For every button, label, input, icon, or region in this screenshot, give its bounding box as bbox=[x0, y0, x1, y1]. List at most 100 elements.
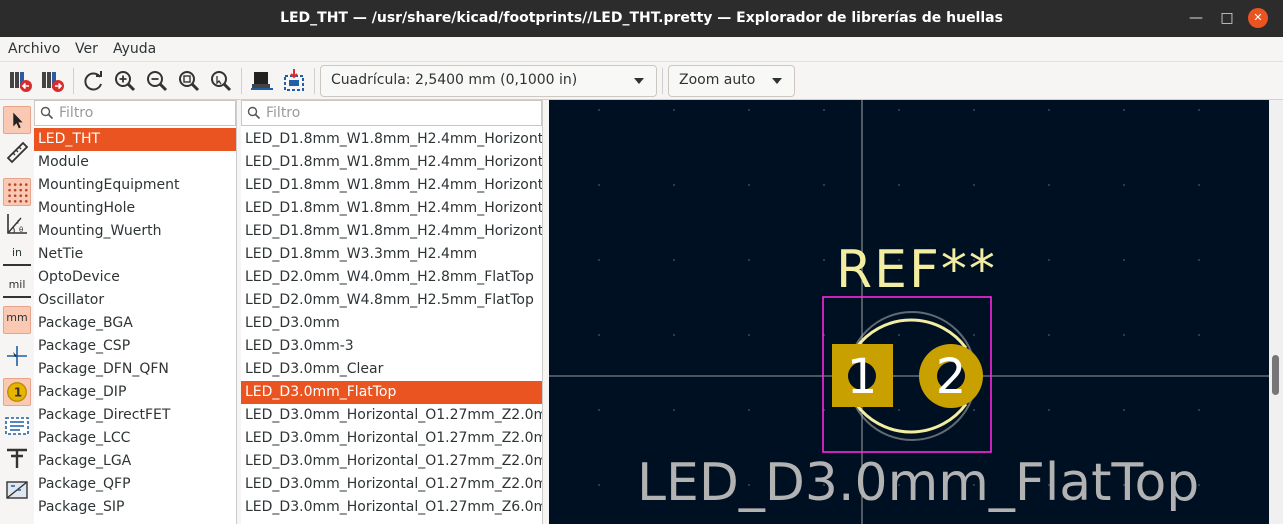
previous-library-icon[interactable] bbox=[6, 67, 34, 95]
select-arrow-icon[interactable] bbox=[3, 106, 31, 134]
footprint-canvas[interactable]: 1 2 REF** LED_D3.0mm_FlatTop bbox=[549, 100, 1269, 524]
library-item[interactable]: Package_LGA bbox=[34, 450, 236, 473]
zoom-out-icon[interactable] bbox=[143, 67, 171, 95]
3d-view-icon[interactable] bbox=[3, 476, 31, 504]
footprint-item[interactable]: LED_D3.0mm_Horizontal_O1.27mm_Z2.0mm bbox=[241, 427, 542, 450]
library-item[interactable]: LED_THT bbox=[34, 128, 236, 151]
refresh-icon[interactable] bbox=[79, 67, 107, 95]
canvas-scrollbar[interactable] bbox=[1269, 100, 1283, 524]
pad-sketch-icon[interactable]: 1 bbox=[3, 378, 31, 406]
next-library-icon[interactable] bbox=[38, 67, 66, 95]
footprint-item[interactable]: LED_D3.0mm_Clear bbox=[241, 358, 542, 381]
footprint-item[interactable]: LED_D2.0mm_W4.8mm_H2.5mm_FlatTop bbox=[241, 289, 542, 312]
library-item[interactable]: OptoDevice bbox=[34, 266, 236, 289]
grid-select[interactable]: Cuadrícula: 2,5400 mm (0,1000 in) bbox=[320, 65, 657, 97]
grid-select-label: Cuadrícula: 2,5400 mm (0,1000 in) bbox=[331, 72, 578, 88]
menu-ayuda[interactable]: Ayuda bbox=[113, 41, 156, 57]
grid-dot bbox=[1198, 184, 1200, 186]
close-icon[interactable]: ✕ bbox=[1248, 8, 1268, 28]
grid-dot bbox=[598, 334, 600, 336]
grid-dot bbox=[748, 259, 750, 261]
units-mm-button[interactable]: mm bbox=[3, 306, 31, 334]
zoom-in-icon[interactable] bbox=[111, 67, 139, 95]
library-filter-input[interactable]: Filtro bbox=[34, 100, 236, 126]
cursor-crosshair-icon[interactable] bbox=[3, 342, 31, 370]
footprint-item[interactable]: LED_D3.0mm_Horizontal_O1.27mm_Z2.0mm bbox=[241, 473, 542, 496]
footprint-item[interactable]: LED_D3.0mm_Horizontal_O1.27mm_Z6.0mm bbox=[241, 496, 542, 519]
grid-dot bbox=[898, 109, 900, 111]
grid-dots-icon[interactable] bbox=[3, 178, 31, 206]
footprint-item[interactable]: LED_D1.8mm_W1.8mm_H2.4mm_Horizontal bbox=[241, 174, 542, 197]
grid-dot bbox=[898, 184, 900, 186]
footprint-item[interactable]: LED_D1.8mm_W1.8mm_H2.4mm_Horizontal bbox=[241, 220, 542, 243]
grid-dot bbox=[1123, 109, 1125, 111]
reference-text[interactable]: REF** bbox=[836, 240, 997, 300]
grid-dot bbox=[823, 184, 825, 186]
library-item[interactable]: Package_CSP bbox=[34, 335, 236, 358]
library-item[interactable]: MountingEquipment bbox=[34, 174, 236, 197]
menu-bar: Archivo Ver Ayuda bbox=[0, 37, 1283, 62]
footprint-item[interactable]: LED_D3.0mm_Horizontal_O1.27mm_Z2.0mm bbox=[241, 404, 542, 427]
grid-dot bbox=[748, 409, 750, 411]
grid-dot bbox=[1123, 409, 1125, 411]
library-item[interactable]: MountingHole bbox=[34, 197, 236, 220]
grid-dot bbox=[1198, 109, 1200, 111]
grid-dot bbox=[673, 409, 675, 411]
grid-dot bbox=[898, 409, 900, 411]
library-item[interactable]: Module bbox=[34, 151, 236, 174]
menu-archivo[interactable]: Archivo bbox=[8, 41, 60, 57]
library-item[interactable]: Package_DIP bbox=[34, 381, 236, 404]
footprint-item[interactable]: LED_D3.0mm-3 bbox=[241, 335, 542, 358]
window-title: LED_THT — /usr/share/kicad/footprints//L… bbox=[280, 10, 1003, 26]
graphic-outline-icon[interactable] bbox=[3, 444, 31, 472]
library-item[interactable]: Oscillator bbox=[34, 289, 236, 312]
footprint-item[interactable]: LED_D1.8mm_W3.3mm_H2.4mm bbox=[241, 243, 542, 266]
library-panel: Filtro LED_THT Module MountingEquipment Mou… bbox=[34, 100, 237, 524]
footprint-item[interactable]: LED_D1.8mm_W1.8mm_H2.4mm_Horizontal bbox=[241, 128, 542, 151]
polar-coordinates-icon[interactable]: rθ bbox=[3, 210, 31, 238]
grid-dot bbox=[1123, 184, 1125, 186]
measure-ruler-icon[interactable] bbox=[3, 138, 31, 166]
zoom-fit-icon[interactable] bbox=[175, 67, 203, 95]
grid-dot bbox=[823, 259, 825, 261]
grid-dot bbox=[1048, 109, 1050, 111]
grid-dot bbox=[748, 109, 750, 111]
library-item[interactable]: NetTie bbox=[34, 243, 236, 266]
units-mil-button[interactable]: mil bbox=[3, 274, 31, 298]
grid-dot bbox=[1048, 409, 1050, 411]
grid-dot bbox=[973, 409, 975, 411]
library-item[interactable]: Package_BGA bbox=[34, 312, 236, 335]
library-item[interactable]: Mounting_Wuerth bbox=[34, 220, 236, 243]
svg-text:θ: θ bbox=[19, 226, 23, 234]
units-inch-button[interactable]: in bbox=[3, 242, 31, 266]
footprint-item[interactable]: LED_D1.8mm_W1.8mm_H2.4mm_Horizontal bbox=[241, 197, 542, 220]
footprint-item[interactable]: LED_D2.0mm_W4.0mm_H2.8mm_FlatTop bbox=[241, 266, 542, 289]
footprint-item[interactable]: LED_D3.0mm_Horizontal_O1.27mm_Z2.0mm bbox=[241, 450, 542, 473]
chevron-down-icon bbox=[772, 78, 782, 84]
grid-dot bbox=[598, 409, 600, 411]
grid-dot bbox=[973, 334, 975, 336]
footprint-filter-input[interactable]: Filtro bbox=[241, 100, 542, 126]
pad-1-label: 1 bbox=[847, 349, 878, 405]
zoom-selection-icon[interactable] bbox=[207, 67, 235, 95]
value-text[interactable]: LED_D3.0mm_FlatTop bbox=[637, 453, 1199, 513]
minimize-icon[interactable]: — bbox=[1186, 8, 1206, 28]
library-item[interactable]: Package_QFP bbox=[34, 473, 236, 496]
footprint-item[interactable]: LED_D1.8mm_W1.8mm_H2.4mm_Horizontal bbox=[241, 151, 542, 174]
maximize-icon[interactable]: □ bbox=[1217, 8, 1237, 28]
library-item[interactable]: Package_SIP bbox=[34, 496, 236, 519]
library-item[interactable]: Package_DFN_QFN bbox=[34, 358, 236, 381]
grid-dot bbox=[598, 184, 600, 186]
insert-footprint-icon[interactable] bbox=[280, 67, 308, 95]
library-item[interactable]: Package_LCC bbox=[34, 427, 236, 450]
zoom-select[interactable]: Zoom auto bbox=[668, 65, 795, 97]
footprint-item[interactable]: LED_D3.0mm_FlatTop bbox=[241, 381, 542, 404]
footprint-item[interactable]: LED_D3.0mm bbox=[241, 312, 542, 335]
footprint-filter-placeholder: Filtro bbox=[266, 105, 301, 121]
library-item[interactable]: Package_DirectFET bbox=[34, 404, 236, 427]
load-footprint-icon[interactable] bbox=[248, 67, 276, 95]
grid-dot bbox=[673, 109, 675, 111]
scrollbar-thumb[interactable] bbox=[1272, 355, 1279, 395]
menu-ver[interactable]: Ver bbox=[75, 41, 98, 57]
text-sketch-icon[interactable] bbox=[3, 412, 31, 440]
